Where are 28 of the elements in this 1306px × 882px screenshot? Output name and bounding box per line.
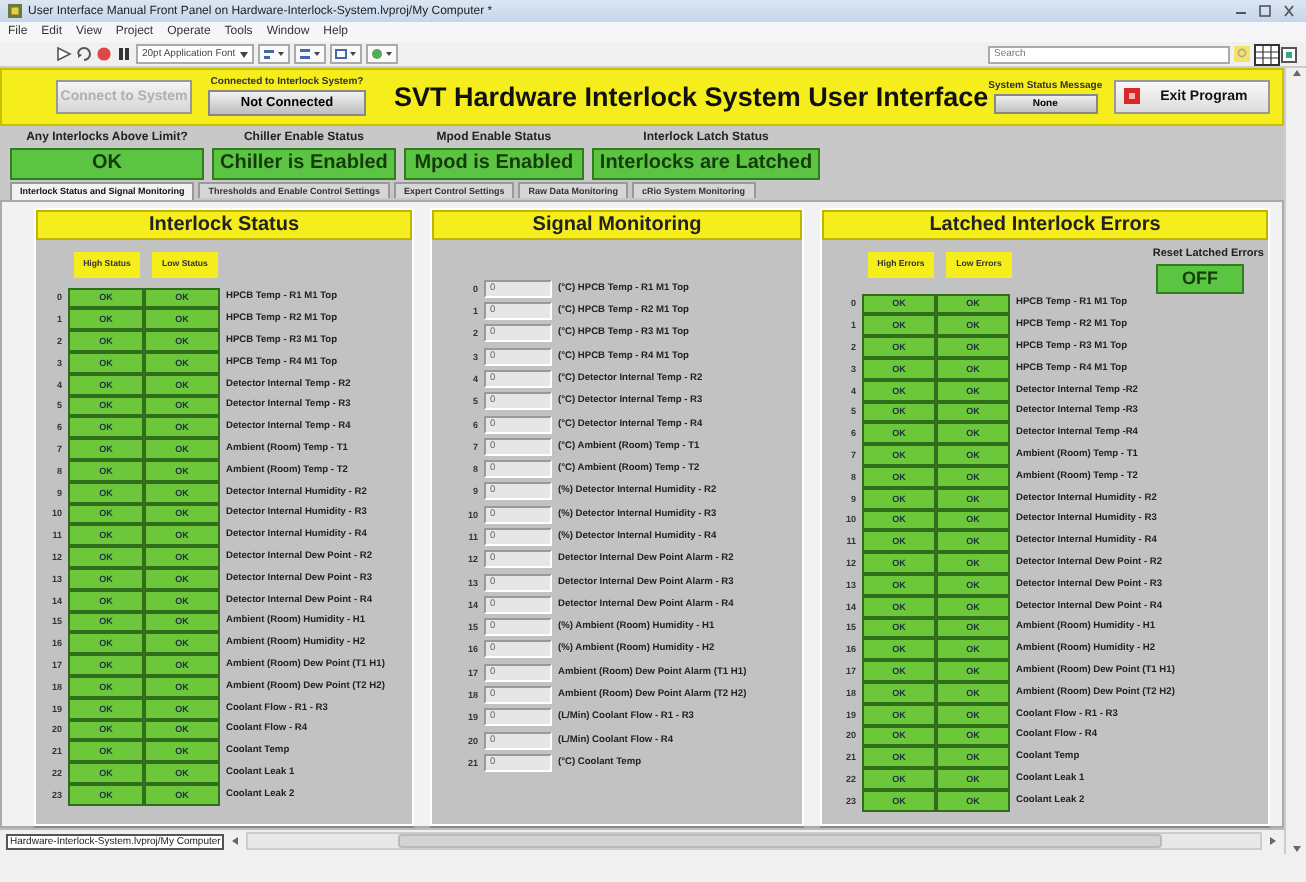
status-indicator: OK (10, 147, 204, 180)
scroll-right-icon[interactable] (1268, 836, 1279, 847)
stop-icon (1124, 88, 1141, 105)
status-indicator: Interlocks are Latched (591, 147, 821, 180)
close-icon[interactable] (1280, 4, 1298, 18)
horizontal-scrollbar[interactable] (246, 832, 1263, 851)
panel-title: Latched Interlock Errors (822, 209, 1268, 240)
distribute-icon[interactable] (293, 44, 326, 64)
maximize-icon[interactable] (1256, 4, 1274, 18)
reorder-icon[interactable] (365, 44, 398, 64)
caret-icon (239, 51, 248, 57)
status-indicator: Mpod is Enabled (403, 147, 584, 180)
run-continuously-icon[interactable] (76, 46, 92, 62)
status-indicator: Chiller is Enabled (212, 147, 396, 180)
header-title: SVT Hardware Interlock System User Interface (394, 81, 989, 112)
panel-title: Signal Monitoring (432, 209, 802, 240)
app-icon (8, 4, 22, 18)
align-icon[interactable] (257, 44, 290, 64)
panel-title: Interlock Status (36, 209, 412, 240)
run-arrow-icon[interactable] (56, 46, 72, 62)
pause-icon[interactable] (116, 46, 132, 62)
abort-icon[interactable] (96, 46, 112, 62)
scroll-left-icon[interactable] (230, 836, 241, 847)
reset-button[interactable]: OFF (1156, 263, 1244, 294)
scroll-down-icon[interactable] (1291, 844, 1302, 854)
vertical-scrollbar[interactable] (1284, 68, 1306, 854)
resize-icon[interactable] (329, 44, 362, 64)
connector-pane-icon[interactable] (1254, 43, 1298, 65)
